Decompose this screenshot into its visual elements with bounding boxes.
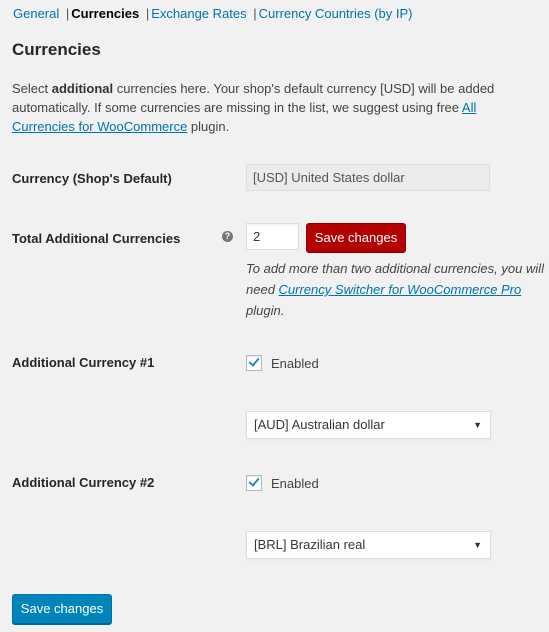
additional-currency-1-enabled[interactable]: Enabled: [246, 355, 319, 371]
default-currency-label: Currency (Shop's Default): [12, 171, 172, 186]
enabled-label: Enabled: [271, 355, 319, 371]
enabled-label: Enabled: [271, 475, 319, 491]
checkbox-checked-icon[interactable]: [246, 355, 262, 371]
intro-part: Select: [12, 81, 52, 96]
default-currency-field: [USD] United States dollar: [246, 164, 490, 191]
dropdown-arrow-icon: ▼: [473, 540, 482, 550]
sub-navigation: General | Currencies | Exchange Rates | Cur…: [13, 6, 413, 22]
dropdown-arrow-icon: ▼: [473, 420, 482, 430]
subnav-separator: |: [253, 6, 257, 21]
additional-currency-2-select[interactable]: [BRL] Brazilian real ▼: [246, 531, 491, 559]
intro-text: Select additional currencies here. Your …: [12, 79, 537, 136]
additional-currency-2-label: Additional Currency #2: [12, 475, 155, 490]
subnav-exchange-rates[interactable]: Exchange Rates: [151, 6, 246, 21]
total-additional-input[interactable]: [246, 223, 299, 250]
total-additional-label: Total Additional Currencies: [12, 231, 181, 246]
save-changes-inline-button[interactable]: Save changes: [306, 223, 406, 253]
question-circle-icon[interactable]: ?: [222, 231, 233, 242]
additional-currency-1-label: Additional Currency #1: [12, 355, 155, 370]
save-changes-button[interactable]: Save changes: [12, 594, 112, 624]
subnav-separator: |: [145, 6, 150, 21]
additional-currency-1-select[interactable]: [AUD] Australian dollar ▼: [246, 411, 491, 439]
intro-bold: additional: [51, 81, 114, 96]
page-title: Currencies: [12, 40, 101, 59]
selected-value: [BRL] Brazilian real: [254, 537, 366, 552]
subnav-separator: |: [65, 6, 70, 21]
additional-currency-2-enabled[interactable]: Enabled: [246, 475, 319, 491]
subnav-general[interactable]: General: [13, 6, 59, 21]
intro-part: plugin.: [187, 119, 230, 134]
subnav-currencies[interactable]: Currencies: [71, 6, 139, 21]
currency-switcher-pro-link[interactable]: Currency Switcher for WooCommerce Pro: [279, 282, 522, 297]
checkbox-checked-icon[interactable]: [246, 475, 262, 491]
subnav-currency-countries[interactable]: Currency Countries (by IP): [259, 6, 413, 21]
selected-value: [AUD] Australian dollar: [254, 417, 385, 432]
pro-description: To add more than two additional currenci…: [246, 258, 546, 321]
desc-part: plugin.: [246, 303, 285, 318]
